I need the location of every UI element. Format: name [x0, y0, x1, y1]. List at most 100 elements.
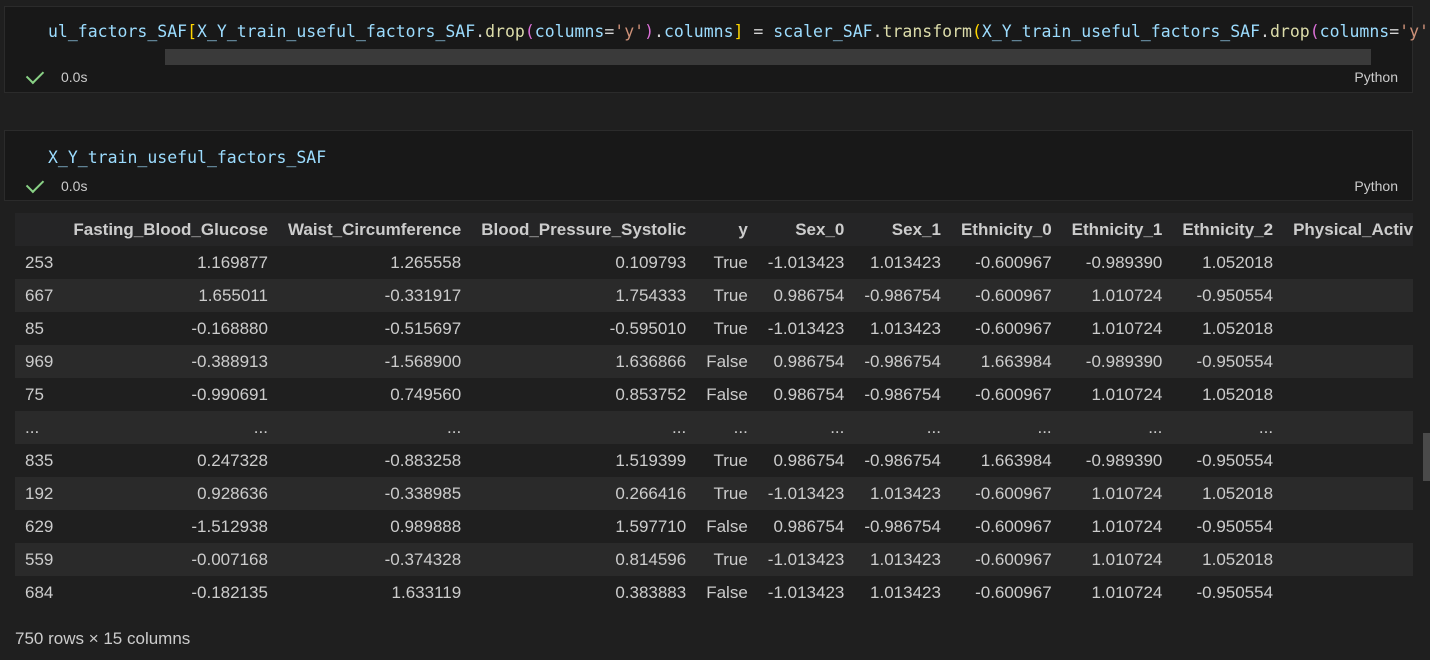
table-cell: -1.013423	[757, 576, 855, 609]
table-cell: 0.986754	[757, 345, 855, 378]
table-cell: 0.7	[1283, 576, 1413, 609]
table-cell: 0.986754	[757, 378, 855, 411]
code-token: transform	[882, 22, 972, 41]
table-cell: 1.052018	[1172, 543, 1284, 576]
table-row: 629 -1.512938 0.989888 1.597710 False 0.98675…	[15, 510, 1413, 543]
table-cell: -0.600967	[950, 246, 1062, 279]
table-cell: 1.754333	[471, 279, 697, 312]
table-cell: 0.383883	[471, 576, 697, 609]
table-cell: 0.7	[1283, 543, 1413, 576]
column-header: y	[696, 213, 758, 246]
row-index: 192	[15, 477, 64, 510]
language-label[interactable]: Python	[1354, 69, 1398, 85]
table-cell: ...	[854, 411, 951, 444]
table-cell: 1.633119	[277, 576, 472, 609]
cell-status: 0.0s	[25, 174, 87, 194]
table-cell: -0.182135	[63, 576, 278, 609]
table-cell: 1.010724	[1061, 576, 1173, 609]
table-cell: 1.169877	[63, 246, 278, 279]
table-cell: -0.986754	[854, 444, 951, 477]
vertical-scrollbar[interactable]	[1423, 433, 1430, 481]
code-cell-1[interactable]: ul_factors_SAF[X_Y_train_useful_factors_…	[4, 6, 1430, 93]
table-cell: 1.052018	[1172, 477, 1284, 510]
language-label[interactable]: Python	[1354, 178, 1398, 194]
table-cell: ...	[471, 411, 697, 444]
table-cell: ...	[277, 411, 472, 444]
table-cell: -1.013423	[757, 312, 855, 345]
table-cell: True	[696, 246, 758, 279]
column-header: Sex_0	[757, 213, 855, 246]
code-token: )	[644, 22, 655, 41]
table-cell: -0.595010	[471, 312, 697, 345]
table-cell: 0.7	[1283, 345, 1413, 378]
table-cell: 1.052018	[1172, 246, 1284, 279]
table-cell: -1.4	[1283, 444, 1413, 477]
table-cell: 0.109793	[471, 246, 697, 279]
table-summary: 750 rows × 15 columns	[15, 629, 191, 648]
dataframe-output: Fasting_Blood_Glucose Waist_Circumference…	[15, 213, 1413, 613]
table-cell: -0.515697	[277, 312, 472, 345]
check-icon	[25, 65, 45, 85]
table-cell: -0.986754	[854, 279, 951, 312]
table-cell: True	[696, 444, 758, 477]
column-header: Ethnicity_1	[1061, 213, 1173, 246]
table-cell: -0.883258	[277, 444, 472, 477]
column-header	[15, 213, 64, 246]
table-cell: 1.010724	[1061, 510, 1173, 543]
table-cell: 0.986754	[757, 444, 855, 477]
table-cell: False	[696, 345, 758, 378]
table-row: 684 -0.182135 1.633119 0.383883 False -1.0134…	[15, 576, 1413, 609]
table-cell: -0.168880	[63, 312, 278, 345]
table-cell: ...	[63, 411, 278, 444]
column-header: Ethnicity_0	[950, 213, 1062, 246]
column-header: Sex_1	[854, 213, 951, 246]
code-token: columns	[663, 22, 734, 41]
table-cell: -1.013423	[757, 477, 855, 510]
table-cell: 1.010724	[1061, 543, 1173, 576]
table-cell: -1.013423	[757, 246, 855, 279]
table-row: 75 -0.990691 0.749560 0.853752 False 0.986754…	[15, 378, 1413, 411]
table-cell: -0.331917	[277, 279, 472, 312]
table-cell: 1.052018	[1172, 312, 1284, 345]
code-token: X_Y_train_useful_factors_SAF	[197, 22, 476, 41]
table-cell: ...	[696, 411, 758, 444]
table-cell: False	[696, 378, 758, 411]
row-index: 835	[15, 444, 64, 477]
code-token: .	[872, 22, 883, 41]
table-cell: False	[696, 576, 758, 609]
code-token: 'y'	[1399, 22, 1429, 41]
table-row: 559 -0.007168 -0.374328 0.814596 True -1.0134…	[15, 543, 1413, 576]
code-token: columns	[534, 22, 605, 41]
code-editor-line[interactable]: X_Y_train_useful_factors_SAF	[48, 148, 326, 167]
column-header: Fasting_Blood_Glucose	[63, 213, 278, 246]
table-cell: 1.013423	[854, 543, 951, 576]
table-cell: 1.010724	[1061, 312, 1173, 345]
code-token: (	[1309, 22, 1320, 41]
table-cell: 0.7	[1283, 312, 1413, 345]
table-cell: 0.7	[1283, 279, 1413, 312]
table-row: 667 1.655011 -0.331917 1.754333 True 0.986754…	[15, 279, 1413, 312]
table-row: 253 1.169877 1.265558 0.109793 True -1.013423…	[15, 246, 1413, 279]
table-cell: 0.749560	[277, 378, 472, 411]
table-cell: 1.010724	[1061, 279, 1173, 312]
code-token: columns	[1319, 22, 1390, 41]
table-cell: -0.600967	[950, 279, 1062, 312]
table-cell: 0.986754	[757, 510, 855, 543]
table-cell: 1.013423	[854, 246, 951, 279]
table-cell: 0.928636	[63, 477, 278, 510]
column-header: Waist_Circumference	[277, 213, 472, 246]
table-cell: ...	[757, 411, 855, 444]
code-editor-line[interactable]: ul_factors_SAF[X_Y_train_useful_factors_…	[48, 22, 1430, 41]
row-index: 75	[15, 378, 64, 411]
table-cell: -0.950554	[1172, 444, 1284, 477]
table-cell: 0.989888	[277, 510, 472, 543]
horizontal-scrollbar[interactable]	[165, 49, 1371, 65]
row-index: 667	[15, 279, 64, 312]
table-cell: -0.600967	[950, 378, 1062, 411]
table-cell: True	[696, 543, 758, 576]
table-cell: -0.388913	[63, 345, 278, 378]
code-cell-2[interactable]: X_Y_train_useful_factors_SAF 0.0s Python	[4, 130, 1413, 201]
code-token: ul_factors_SAF	[48, 22, 188, 41]
table-cell: True	[696, 312, 758, 345]
table-cell: -0.989390	[1061, 444, 1173, 477]
